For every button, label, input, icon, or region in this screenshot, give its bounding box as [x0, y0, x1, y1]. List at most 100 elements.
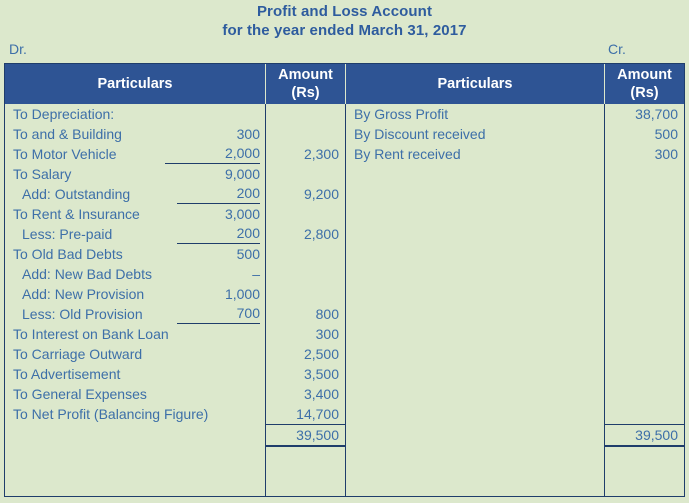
row-label: To Old Bad Debts [13, 244, 123, 264]
table-body: To Depreciation:To and & Building300To M… [5, 104, 684, 496]
spacer-row [605, 324, 684, 344]
header-amount-debit-line1: Amount [278, 66, 333, 84]
row-label: To Interest on Bank Loan [13, 324, 169, 344]
row-amount: 2,300 [266, 144, 345, 164]
closing-blank-cell [5, 446, 265, 468]
closing-rule-row [605, 446, 684, 468]
table-row: To Interest on Bank Loan [5, 324, 265, 344]
row-label: Less: Pre-paid [22, 224, 112, 244]
ledger-table: Particulars Amount (Rs) Particulars Amou… [4, 63, 685, 497]
row-sub-amount: 3,000 [225, 204, 260, 224]
row-amount: 38,700 [605, 104, 684, 124]
row-amount [266, 124, 345, 144]
spacer-row [605, 244, 684, 264]
row-amount [266, 244, 345, 264]
row-amount [266, 284, 345, 304]
row-amount: 800 [266, 304, 345, 324]
table-row: Add: New Provision1,000 [5, 284, 265, 304]
spacer-row [346, 264, 604, 284]
spacer-row [605, 284, 684, 304]
row-amount [266, 204, 345, 224]
row-label: Less: Old Provision [22, 304, 143, 324]
table-row: To Advertisement [5, 364, 265, 384]
row-label: Add: New Provision [22, 284, 144, 304]
spacer-row [346, 404, 604, 424]
table-row: To Carriage Outward [5, 344, 265, 364]
spacer-row [346, 364, 604, 384]
spacer-row [605, 224, 684, 244]
header-particulars-debit-label: Particulars [98, 75, 173, 93]
row-label: To Net Profit (Balancing Figure) [13, 404, 208, 424]
closing-blank-cell [346, 446, 604, 468]
table-row: To Motor Vehicle 2,000 [5, 144, 265, 164]
header-particulars-debit: Particulars [5, 64, 266, 104]
header-particulars-credit-label: Particulars [438, 75, 513, 93]
row-label: To General Expenses [13, 384, 147, 404]
table-row: To General Expenses [5, 384, 265, 404]
row-amount: 14,700 [266, 404, 345, 424]
table-row: By Rent received [346, 144, 604, 164]
row-label: To Rent & Insurance [13, 204, 140, 224]
table-row: To and & Building300 [5, 124, 265, 144]
debit-amount-rows: 2,3009,2002,8008003002,5003,5003,40014,7… [266, 104, 345, 468]
row-sub-amount: 200 [177, 184, 260, 204]
debit-amount-column: 2,3009,2002,8008003002,5003,5003,40014,7… [266, 104, 346, 496]
header-amount-debit-line2: (Rs) [291, 84, 319, 102]
row-label: To Depreciation: [13, 104, 114, 124]
table-row: By Gross Profit [346, 104, 604, 124]
spacer-row [605, 344, 684, 364]
table-row: To Salary 9,000 [5, 164, 265, 184]
row-sub-amount: 2,000 [165, 144, 260, 164]
table-row: To Rent & Insurance 3,000 [5, 204, 265, 224]
table-row: Add: New Bad Debts– [5, 264, 265, 284]
row-label: By Discount received [346, 124, 486, 144]
header-amount-credit-line2: (Rs) [630, 84, 658, 102]
spacer-row [605, 264, 684, 284]
header-particulars-credit: Particulars [346, 64, 605, 104]
debit-particulars-rows: To Depreciation:To and & Building300To M… [5, 104, 265, 468]
table-row: Add: Outstanding 200 [5, 184, 265, 204]
row-label: Add: Outstanding [22, 184, 130, 204]
spacer-row [605, 304, 684, 324]
spacer-row [605, 384, 684, 404]
row-label: By Gross Profit [346, 104, 448, 124]
table-row: To Net Profit (Balancing Figure) [5, 404, 265, 424]
row-label: To Advertisement [13, 364, 120, 384]
spacer-row [346, 244, 604, 264]
row-amount [266, 264, 345, 284]
debit-particulars-column: To Depreciation:To and & Building300To M… [5, 104, 266, 496]
credit-particulars-column: By Gross ProfitBy Discount receivedBy Re… [346, 104, 605, 496]
row-sub-amount: 9,000 [225, 164, 260, 184]
row-sub-amount: 700 [177, 304, 260, 324]
row-amount: 3,500 [266, 364, 345, 384]
row-label: To Motor Vehicle [13, 144, 117, 164]
table-row: Less: Pre-paid200 [5, 224, 265, 244]
table-row: To Depreciation: [5, 104, 265, 124]
row-amount: 300 [266, 324, 345, 344]
profit-and-loss-statement: Profit and Loss Account for the year end… [0, 0, 689, 503]
table-header-row: Particulars Amount (Rs) Particulars Amou… [5, 64, 684, 104]
row-sub-amount: – [252, 264, 260, 284]
spacer-row [605, 184, 684, 204]
credit-amount-rows: 38,70050030039,500 [605, 104, 684, 468]
row-amount: 500 [605, 124, 684, 144]
credit-particulars-rows: By Gross ProfitBy Discount receivedBy Re… [346, 104, 604, 468]
spacer-row [346, 344, 604, 364]
spacer-row [346, 384, 604, 404]
credit-amount-column: 38,70050030039,500 [605, 104, 684, 496]
spacer-row [605, 404, 684, 424]
row-label: To Salary [13, 164, 71, 184]
credit-total-amount: 39,500 [605, 424, 684, 446]
closing-rule-row [266, 446, 345, 468]
table-row: By Discount received [346, 124, 604, 144]
document-title: Profit and Loss Account for the year end… [0, 2, 689, 40]
spacer-row [346, 304, 604, 324]
spacer-row [346, 224, 604, 244]
spacer-row [346, 324, 604, 344]
debit-total-amount: 39,500 [266, 424, 345, 446]
row-amount: 3,400 [266, 384, 345, 404]
row-label: By Rent received [346, 144, 461, 164]
credit-side-label: Cr. [608, 41, 626, 58]
table-row: To Old Bad Debts500 [5, 244, 265, 264]
row-amount [266, 164, 345, 184]
